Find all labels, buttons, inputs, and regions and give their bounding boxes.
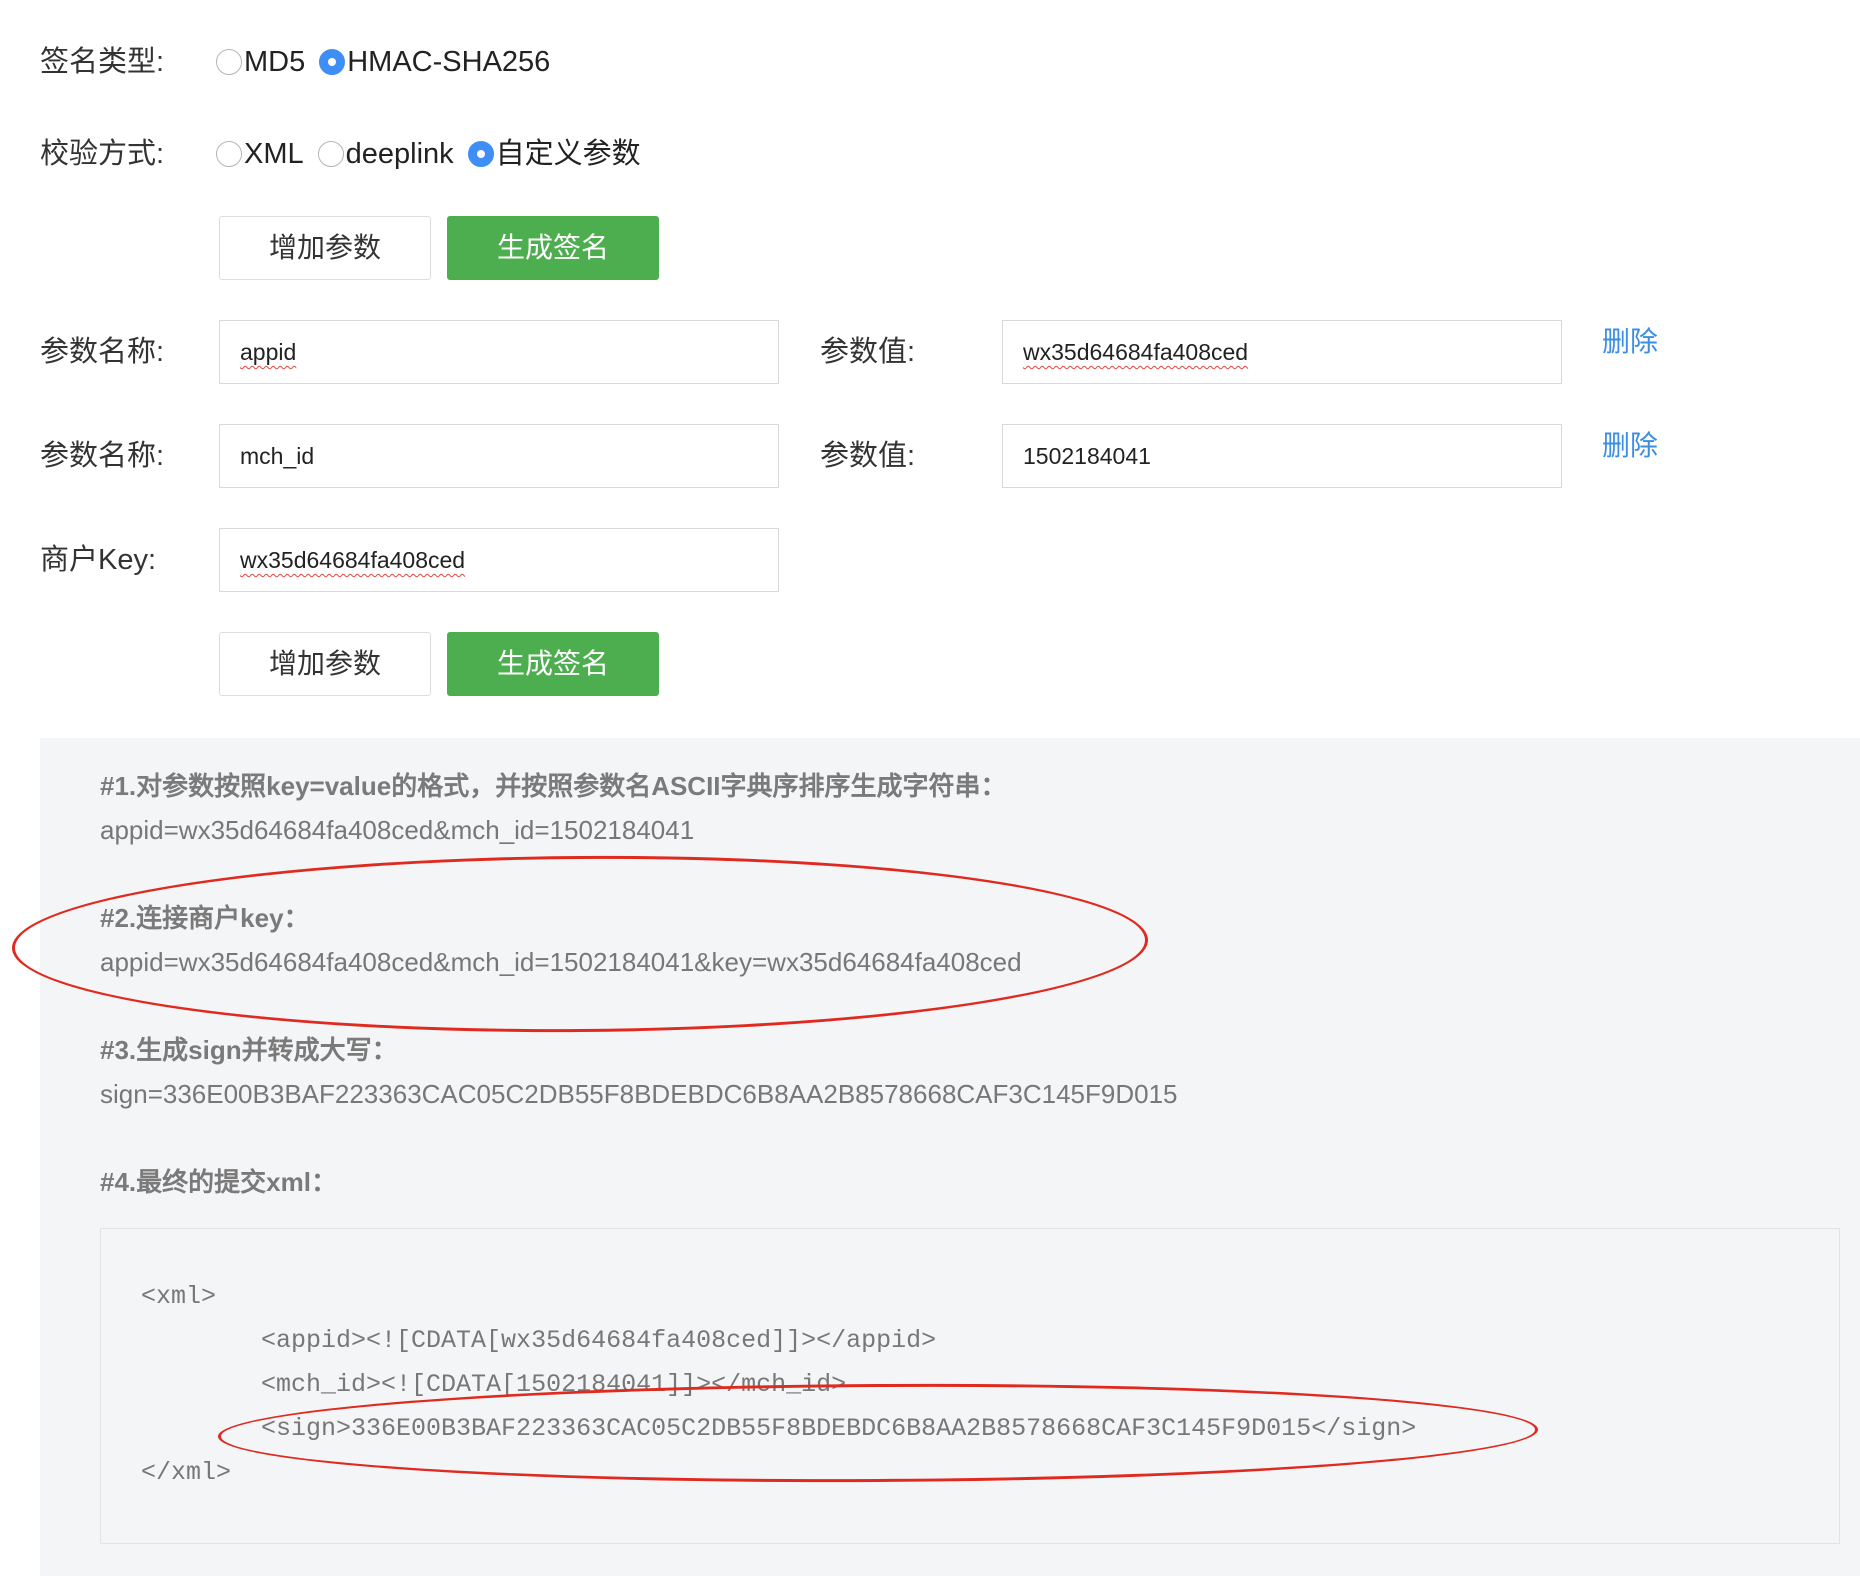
generate-sign-button[interactable]: 生成签名 <box>447 216 659 280</box>
param-name-label: 参数名称: <box>40 336 165 368</box>
verify-mode-label: 校验方式: <box>40 138 165 170</box>
verify-mode-radio-group: XML deeplink 自定义参数 <box>216 134 655 174</box>
xml-line: </xml> <box>141 1458 232 1487</box>
radio-label: 自定义参数 <box>495 138 641 170</box>
param-value-label: 参数值: <box>820 440 916 472</box>
generate-sign-button[interactable]: 生成签名 <box>447 632 659 696</box>
merchant-key-value: wx35d64684fa408ced <box>240 547 466 573</box>
param-value-input[interactable]: 1502184041 <box>1002 424 1562 488</box>
delete-param-link[interactable]: 删除 <box>1602 322 1658 362</box>
radio-xml[interactable]: XML <box>216 134 304 174</box>
merchant-key-input[interactable]: wx35d64684fa408ced <box>219 528 779 592</box>
radio-deeplink[interactable]: deeplink <box>317 134 454 174</box>
param-name-input[interactable]: appid <box>219 320 779 384</box>
merchant-key-label: 商户Key: <box>40 544 157 576</box>
sign-type-radio-group: MD5 HMAC-SHA256 <box>216 42 564 82</box>
radio-label: HMAC-SHA256 <box>347 46 551 78</box>
radio-label: XML <box>244 138 304 170</box>
radio-circle-icon[interactable] <box>317 141 344 167</box>
xml-line: <xml> <box>141 1282 217 1311</box>
add-param-button[interactable]: 增加参数 <box>219 216 431 280</box>
step-1-title: #1.对参数按照key=value的格式，并按照参数名ASCII字典序排序生成字… <box>100 771 1007 801</box>
add-param-button[interactable]: 增加参数 <box>219 632 431 696</box>
radio-md5[interactable]: MD5 <box>216 42 305 82</box>
radio-circle-icon[interactable] <box>216 49 242 75</box>
param-value-label: 参数值: <box>820 336 916 368</box>
radio-checked-icon[interactable] <box>319 49 346 75</box>
param-value-value: wx35d64684fa408ced <box>1023 339 1249 365</box>
step-3-title: #3.生成sign并转成大写： <box>100 1035 398 1065</box>
xml-line: <appid><![CDATA[wx35d64684fa408ced]]></a… <box>141 1326 937 1355</box>
param-name-value: appid <box>240 339 297 365</box>
param-value-input[interactable]: wx35d64684fa408ced <box>1002 320 1562 384</box>
radio-custom-params[interactable]: 自定义参数 <box>467 134 641 174</box>
delete-param-link[interactable]: 删除 <box>1602 426 1658 466</box>
step-4-title: #4.最终的提交xml： <box>100 1167 337 1197</box>
radio-checked-icon[interactable] <box>467 141 494 167</box>
radio-label: MD5 <box>244 46 306 78</box>
radio-circle-icon[interactable] <box>216 141 242 167</box>
step-3-value: sign=336E00B3BAF223363CAC05C2DB55F8BDEBD… <box>100 1079 1178 1109</box>
param-name-input[interactable]: mch_id <box>219 424 779 488</box>
param-value-value: 1502184041 <box>1023 443 1151 469</box>
radio-hmac-sha256[interactable]: HMAC-SHA256 <box>319 42 550 82</box>
param-name-value: mch_id <box>240 443 315 469</box>
radio-label: deeplink <box>345 138 454 170</box>
step-1-value: appid=wx35d64684fa408ced&mch_id=15021840… <box>100 815 695 845</box>
sign-type-label: 签名类型: <box>40 46 165 78</box>
param-name-label: 参数名称: <box>40 440 165 472</box>
